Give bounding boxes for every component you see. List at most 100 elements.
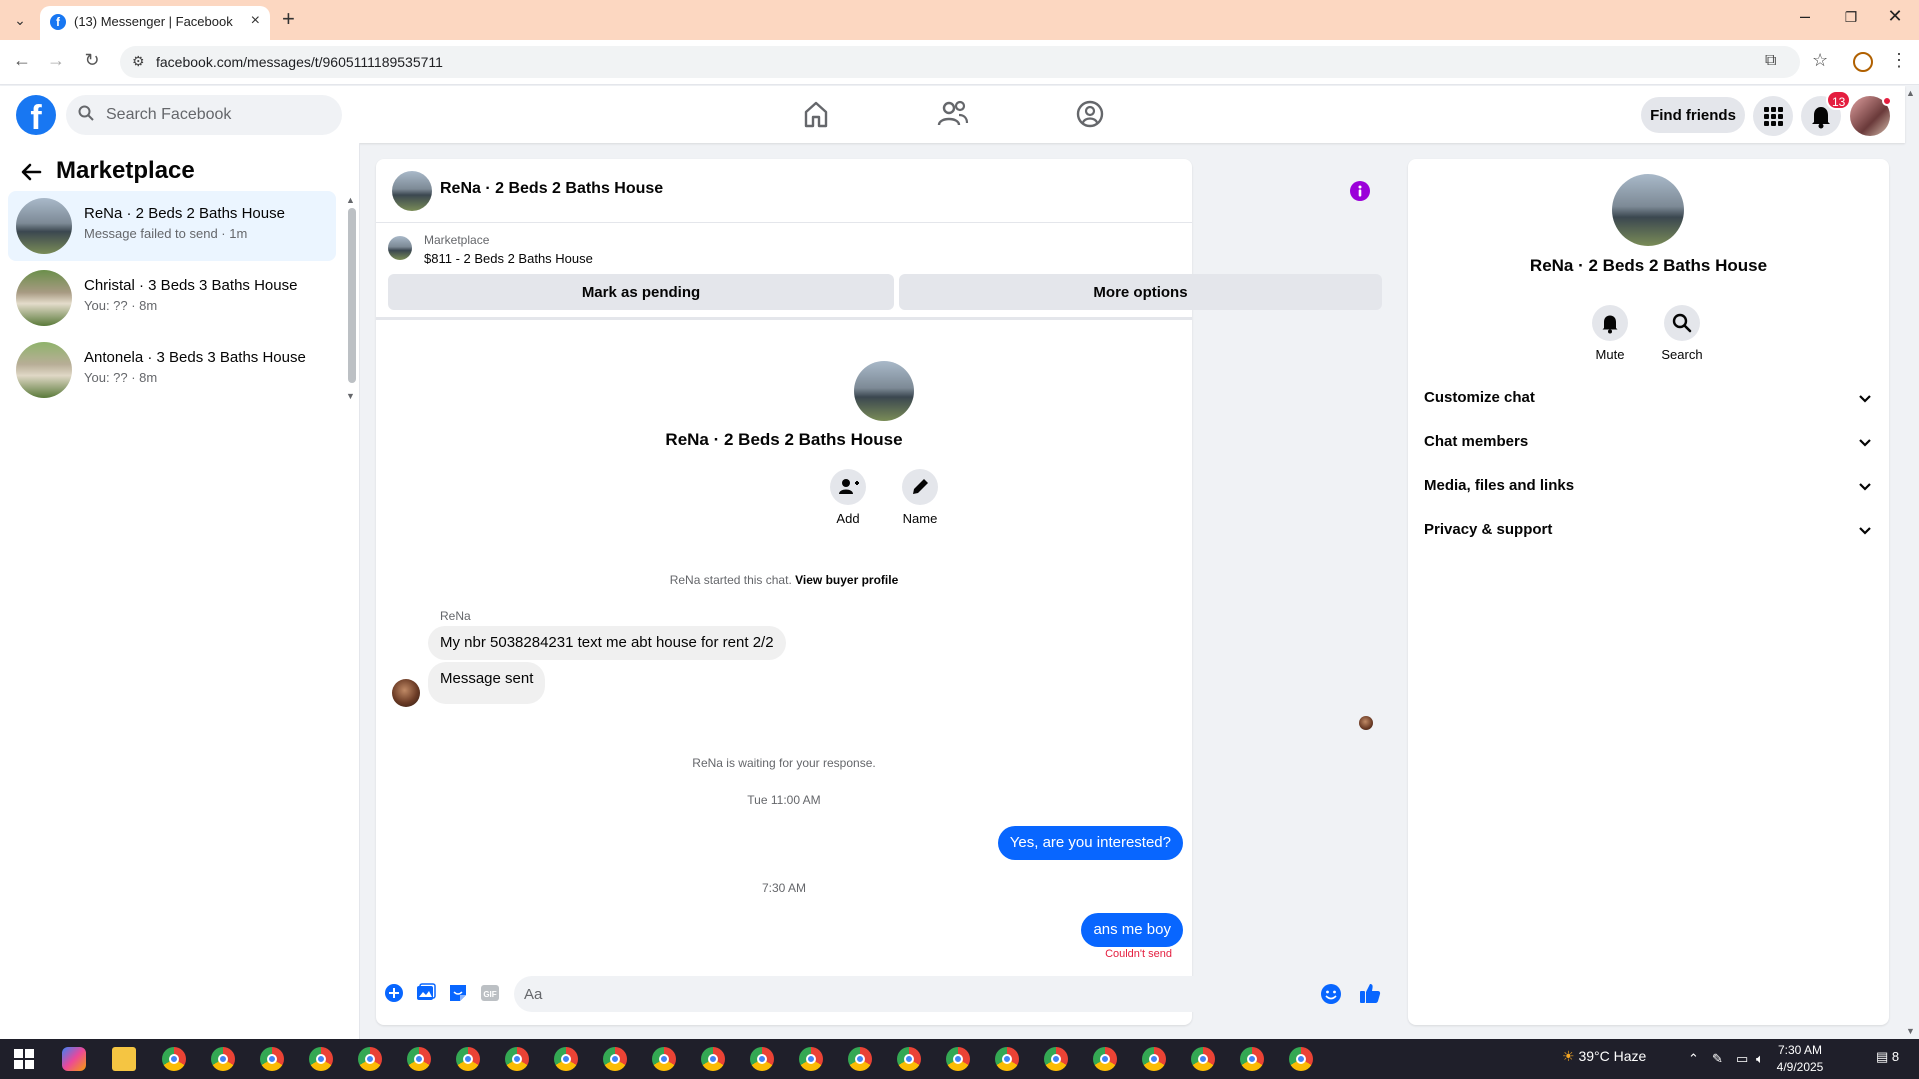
incoming-message[interactable]: My nbr 5038284231 text me abt house for … bbox=[428, 626, 786, 660]
outgoing-message[interactable]: Yes, are you interested? bbox=[997, 826, 1183, 860]
privacy-support-section[interactable]: Privacy & support bbox=[1408, 513, 1889, 549]
chrome-window-icon[interactable] bbox=[1044, 1047, 1068, 1071]
chat-start-note: ReNa started this chat. View buyer profi… bbox=[669, 573, 899, 587]
chrome-window-icon[interactable] bbox=[1142, 1047, 1166, 1071]
restore-icon[interactable]: ❐ bbox=[1828, 9, 1874, 26]
facebook-logo-icon[interactable]: f bbox=[16, 95, 56, 137]
conversation-name: Antonela · 3 Beds 3 Baths House bbox=[84, 349, 306, 366]
back-arrow-icon[interactable] bbox=[20, 161, 42, 190]
chrome-window-icon[interactable] bbox=[260, 1047, 284, 1071]
chrome-window-icon[interactable] bbox=[701, 1047, 725, 1071]
conversation-name: Christal · 3 Beds 3 Baths House bbox=[84, 277, 298, 294]
chrome-window-icon[interactable] bbox=[554, 1047, 578, 1071]
chat-details-panel: ReNa · 2 Beds 2 Baths House Mute Search … bbox=[1408, 159, 1889, 1025]
file-explorer-icon[interactable] bbox=[112, 1047, 136, 1071]
new-tab-icon[interactable]: + bbox=[282, 6, 295, 32]
chrome-window-icon[interactable] bbox=[162, 1047, 186, 1071]
copilot-app-icon[interactable] bbox=[62, 1047, 86, 1071]
seen-receipt-avatar bbox=[1359, 716, 1373, 730]
chrome-window-icon[interactable] bbox=[358, 1047, 382, 1071]
chrome-window-icon[interactable] bbox=[309, 1047, 333, 1071]
site-info-icon[interactable]: ⚙ bbox=[132, 53, 145, 70]
chrome-window-icon[interactable] bbox=[407, 1047, 431, 1071]
search-input[interactable] bbox=[98, 95, 334, 135]
network-icon[interactable]: ▭ bbox=[1736, 1051, 1748, 1067]
media-files-links-section[interactable]: Media, files and links bbox=[1408, 469, 1889, 505]
chrome-window-icon[interactable] bbox=[1093, 1047, 1117, 1071]
chrome-window-icon[interactable] bbox=[946, 1047, 970, 1071]
pencil-icon bbox=[902, 469, 938, 505]
find-friends-button[interactable]: Find friends bbox=[1641, 97, 1745, 133]
notification-badge: 13 bbox=[1826, 90, 1852, 110]
account-avatar[interactable] bbox=[1850, 96, 1892, 136]
clock[interactable]: 7:30 AM 4/9/2025 bbox=[1760, 1042, 1840, 1076]
emoji-icon[interactable] bbox=[1320, 983, 1342, 1010]
scroll-down-icon[interactable]: ▼ bbox=[346, 391, 355, 401]
incoming-message[interactable]: Message sent bbox=[428, 662, 546, 704]
conversation-name: ReNa · 2 Beds 2 Baths House bbox=[84, 205, 285, 222]
info-icon[interactable] bbox=[1350, 181, 1370, 201]
chrome-window-icon[interactable] bbox=[750, 1047, 774, 1071]
chrome-window-icon[interactable] bbox=[1240, 1047, 1264, 1071]
window-close-icon[interactable]: ✕ bbox=[1872, 6, 1918, 27]
conversation-snippet: Message failed to send · 1m bbox=[84, 226, 248, 241]
add-people-button[interactable]: Add bbox=[818, 469, 878, 526]
mute-button[interactable]: Mute bbox=[1580, 305, 1640, 362]
chrome-window-icon[interactable] bbox=[603, 1047, 627, 1071]
view-buyer-profile-link[interactable]: View buyer profile bbox=[795, 573, 898, 587]
chrome-window-icon[interactable] bbox=[505, 1047, 529, 1071]
windows-start-icon[interactable] bbox=[14, 1049, 34, 1069]
reload-icon[interactable]: ↻ bbox=[80, 50, 104, 71]
waiting-note: ReNa is waiting for your response. bbox=[692, 756, 876, 770]
sticker-icon[interactable] bbox=[448, 983, 468, 1008]
chrome-window-icon[interactable] bbox=[211, 1047, 235, 1071]
minimize-icon[interactable]: – bbox=[1782, 6, 1828, 27]
conversation-item[interactable]: ReNa · 2 Beds 2 Baths House Message fail… bbox=[8, 191, 336, 261]
conversation-snippet: You: ?? · 8m bbox=[84, 298, 158, 313]
conversation-thumbnail bbox=[16, 198, 72, 254]
list-scrollbar[interactable] bbox=[348, 208, 356, 383]
search-in-chat-button[interactable]: Search bbox=[1652, 305, 1712, 362]
conversation-item[interactable]: Antonela · 3 Beds 3 Baths House You: ?? … bbox=[8, 335, 336, 405]
panel-title: Marketplace bbox=[56, 157, 195, 184]
search-icon bbox=[78, 105, 94, 126]
tray-expand-icon[interactable]: ⌃ bbox=[1688, 1051, 1699, 1067]
chrome-window-icon[interactable] bbox=[1191, 1047, 1215, 1071]
page-scroll-down-icon[interactable]: ▼ bbox=[1906, 1026, 1915, 1036]
chrome-window-icon[interactable] bbox=[799, 1047, 823, 1071]
outgoing-message[interactable]: ans me boy bbox=[1081, 913, 1183, 947]
more-actions-plus-icon[interactable] bbox=[384, 983, 404, 1008]
like-thumb-icon[interactable] bbox=[1359, 982, 1381, 1009]
edit-name-button[interactable]: Name bbox=[890, 469, 950, 526]
page-scroll-up-icon[interactable]: ▲ bbox=[1906, 88, 1915, 98]
customize-chat-section[interactable]: Customize chat bbox=[1408, 381, 1889, 417]
install-app-icon[interactable]: ⧉ bbox=[1765, 52, 1776, 70]
tab-search-dropdown-icon[interactable]: ⌄ bbox=[8, 8, 32, 32]
chrome-window-icon[interactable] bbox=[456, 1047, 480, 1071]
menu-grid-icon[interactable] bbox=[1753, 96, 1793, 136]
attach-photo-icon[interactable] bbox=[416, 983, 436, 1008]
conversation-item[interactable]: Christal · 3 Beds 3 Baths House You: ?? … bbox=[8, 263, 336, 333]
pen-icon[interactable]: ✎ bbox=[1712, 1051, 1723, 1067]
gif-icon[interactable]: GIF bbox=[480, 983, 500, 1008]
details-avatar[interactable] bbox=[1612, 174, 1684, 246]
scroll-up-icon[interactable]: ▲ bbox=[346, 195, 355, 205]
chrome-window-icon[interactable] bbox=[1289, 1047, 1313, 1071]
forward-icon[interactable]: → bbox=[44, 50, 68, 71]
notification-center-icon[interactable]: ▤ 8 bbox=[1876, 1049, 1899, 1065]
chrome-window-icon[interactable] bbox=[995, 1047, 1019, 1071]
browser-tab[interactable]: f (13) Messenger | Facebook × bbox=[40, 6, 270, 40]
sender-avatar[interactable] bbox=[392, 679, 420, 707]
chrome-window-icon[interactable] bbox=[652, 1047, 676, 1071]
browser-profile-icon[interactable] bbox=[1853, 52, 1873, 72]
message-input[interactable] bbox=[514, 976, 1327, 1012]
weather-widget[interactable]: ☀ 39°C Haze bbox=[1562, 1048, 1646, 1065]
back-icon[interactable]: ← bbox=[10, 50, 34, 71]
tab-close-icon[interactable]: × bbox=[251, 12, 260, 30]
send-failed-label[interactable]: Couldn't send bbox=[1105, 948, 1172, 960]
browser-menu-icon[interactable]: ⋮ bbox=[1890, 50, 1908, 71]
chat-members-section[interactable]: Chat members bbox=[1408, 425, 1889, 461]
chrome-window-icon[interactable] bbox=[897, 1047, 921, 1071]
chrome-window-icon[interactable] bbox=[848, 1047, 872, 1071]
bookmark-star-icon[interactable]: ☆ bbox=[1812, 50, 1828, 71]
